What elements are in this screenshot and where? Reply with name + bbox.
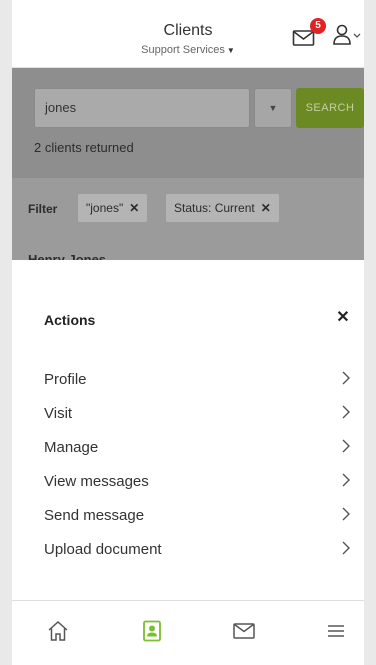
action-upload-document[interactable]: Upload document bbox=[44, 537, 352, 563]
filter-chip-search[interactable]: "jones" ✕ bbox=[78, 194, 148, 222]
close-icon[interactable]: ✕ bbox=[261, 201, 271, 215]
notification-badge: 5 bbox=[310, 18, 326, 34]
search-options-dropdown[interactable]: ▼ bbox=[254, 88, 292, 128]
action-label: Visit bbox=[44, 405, 73, 422]
chevron-right-icon bbox=[342, 473, 350, 487]
filter-chip-status[interactable]: Status: Current ✕ bbox=[166, 194, 279, 222]
search-panel: jones ▼ SEARCH 2 clients returned bbox=[12, 68, 364, 178]
bottom-nav bbox=[12, 600, 364, 665]
chevron-right-icon bbox=[342, 439, 350, 453]
action-label: Manage bbox=[44, 439, 99, 456]
actions-sheet: Actions ✕ Profile Visit Manage View mess… bbox=[12, 260, 364, 600]
chevron-right-icon bbox=[342, 371, 350, 385]
chevron-down-icon: ▼ bbox=[226, 46, 235, 55]
action-profile[interactable]: Profile bbox=[44, 367, 352, 393]
chevron-right-icon bbox=[342, 541, 350, 555]
client-name: Henry Jones bbox=[28, 252, 107, 260]
app-header: Clients Support Services ▼ 5 bbox=[12, 0, 364, 68]
filter-chip-label: Status: Current bbox=[174, 201, 255, 215]
filter-row: Filter "jones" ✕ Status: Current ✕ Henry J… bbox=[12, 178, 364, 260]
main-content-overlay: jones ▼ SEARCH 2 clients returned Filter… bbox=[12, 68, 364, 260]
home-icon[interactable] bbox=[46, 619, 70, 643]
service-selector-label: Support Services bbox=[141, 44, 225, 56]
chevron-right-icon bbox=[342, 507, 350, 521]
action-view-messages[interactable]: View messages bbox=[44, 469, 352, 495]
close-icon[interactable]: ✕ bbox=[332, 307, 354, 329]
search-button[interactable]: SEARCH bbox=[296, 88, 364, 128]
chevron-right-icon bbox=[342, 405, 350, 419]
action-visit[interactable]: Visit bbox=[44, 401, 352, 427]
action-label: View messages bbox=[44, 473, 149, 490]
mail-icon[interactable] bbox=[232, 619, 256, 643]
chevron-down-icon: ▼ bbox=[268, 103, 278, 113]
filter-label: Filter bbox=[28, 202, 58, 216]
action-label: Upload document bbox=[44, 541, 162, 558]
close-icon[interactable]: ✕ bbox=[129, 201, 139, 215]
sheet-title: Actions bbox=[44, 312, 96, 328]
action-label: Profile bbox=[44, 371, 87, 388]
user-icon bbox=[333, 24, 361, 45]
action-manage[interactable]: Manage bbox=[44, 435, 352, 461]
action-label: Send message bbox=[44, 507, 145, 524]
search-input[interactable]: jones bbox=[34, 88, 250, 128]
results-count: 2 clients returned bbox=[34, 140, 134, 155]
user-menu-button[interactable] bbox=[332, 24, 364, 46]
contacts-icon[interactable] bbox=[140, 619, 164, 643]
filter-chip-label: "jones" bbox=[86, 201, 124, 215]
menu-icon[interactable] bbox=[324, 619, 348, 643]
app-frame: Clients Support Services ▼ 5 jones ▼ SEA… bbox=[12, 0, 364, 665]
action-send-message[interactable]: Send message bbox=[44, 503, 352, 529]
